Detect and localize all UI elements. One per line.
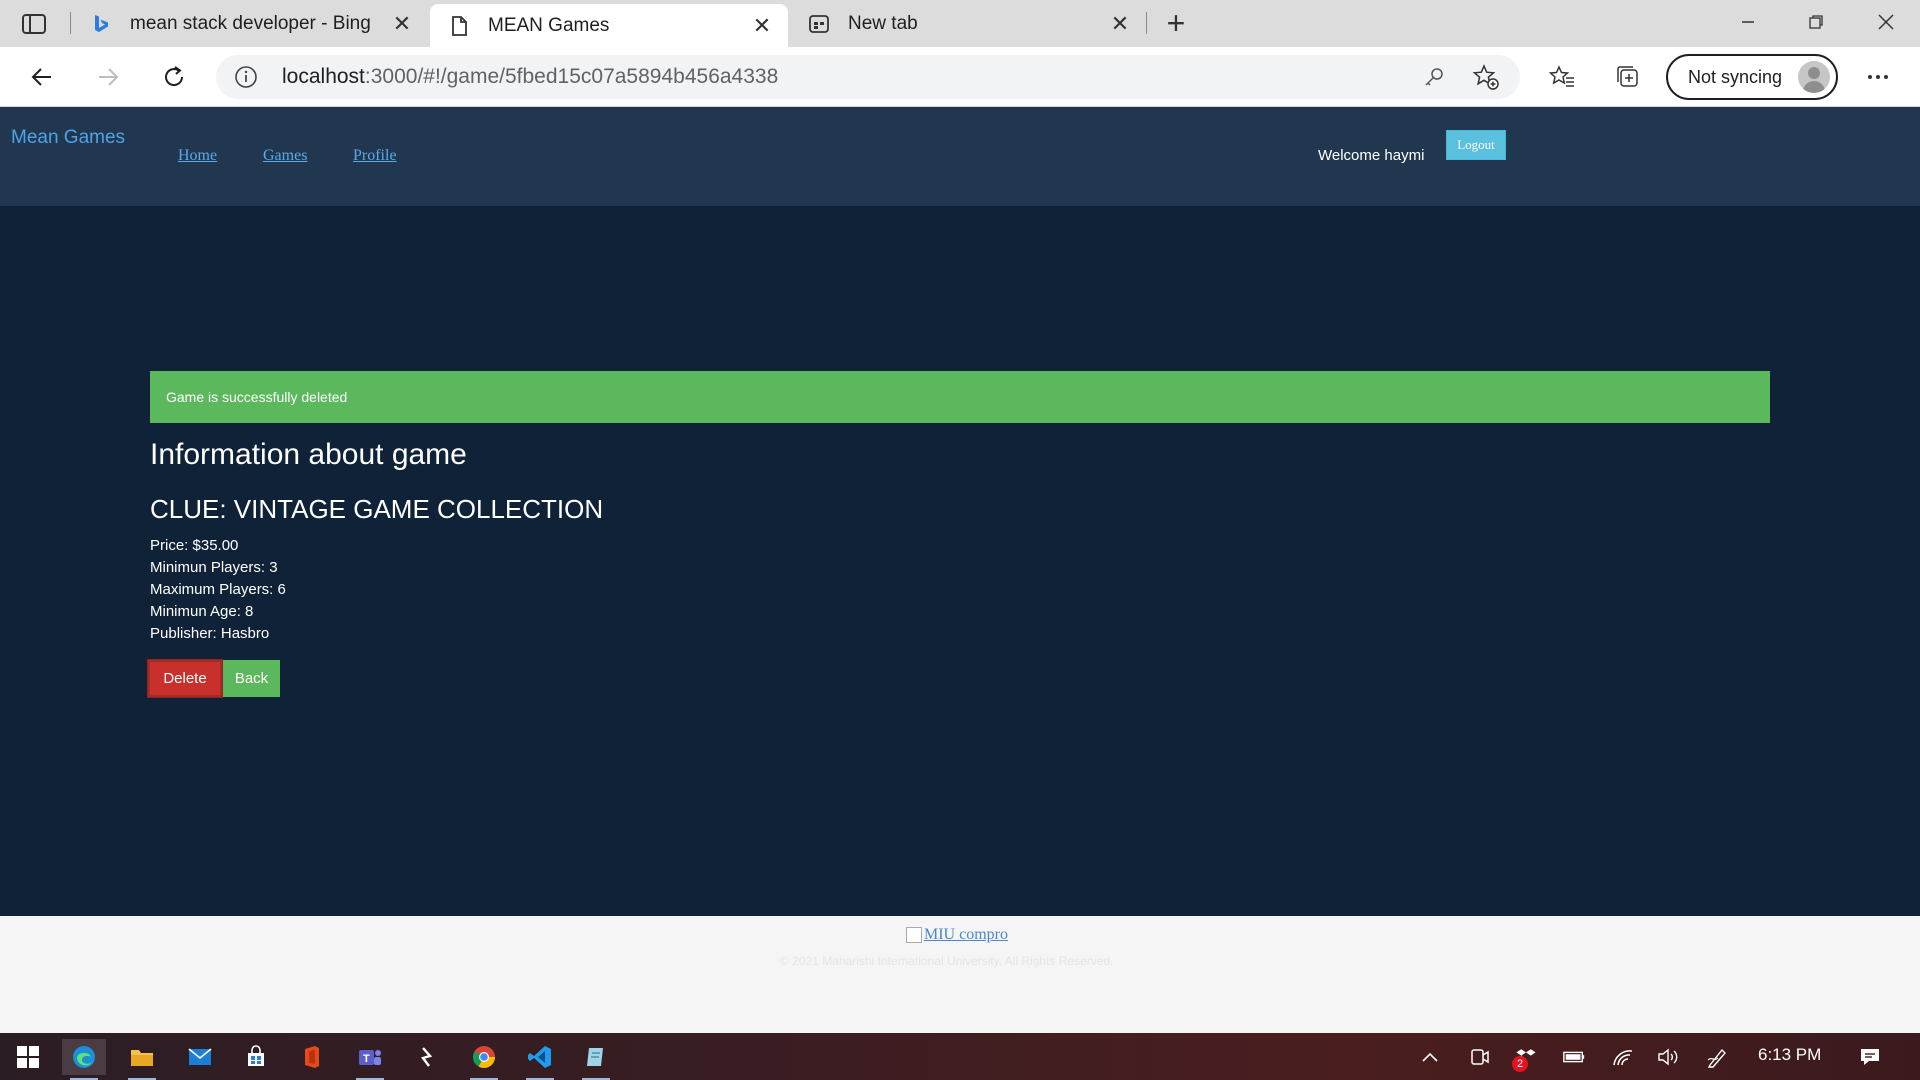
nav-link-games[interactable]: Games xyxy=(263,147,307,165)
terminal-icon[interactable] xyxy=(404,1039,448,1075)
sync-label: Not syncing xyxy=(1688,66,1783,87)
nav-link-home[interactable]: Home xyxy=(178,147,217,165)
url-host: localhost xyxy=(282,65,365,88)
game-title: CLUE: VINTAGE GAME COLLECTION xyxy=(150,494,604,524)
page-title: Information about game xyxy=(150,438,467,471)
browser-tab-strip: mean stack developer - Bing ✕ MEAN Games… xyxy=(0,0,1920,47)
tab-bing[interactable]: mean stack developer - Bing ✕ xyxy=(72,0,428,47)
add-favorite-icon[interactable] xyxy=(1472,63,1500,91)
site-navbar: Mean Games Home Games Profile Welcome ha… xyxy=(0,107,1920,206)
refresh-icon[interactable] xyxy=(156,59,192,95)
store-icon[interactable] xyxy=(234,1039,278,1075)
broken-image-icon xyxy=(906,927,922,943)
volume-icon[interactable] xyxy=(1656,1045,1680,1069)
footer-logo-link[interactable]: MIU compro xyxy=(906,926,1008,944)
tab-title: mean stack developer - Bing xyxy=(130,12,371,34)
main-content: Game is successfully deleted Information… xyxy=(0,206,1920,916)
game-min-players: Minimun Players: 3 xyxy=(150,559,278,576)
site-info-icon[interactable] xyxy=(234,65,258,89)
office-icon[interactable] xyxy=(290,1039,334,1075)
profile-sync-button[interactable]: Not syncing xyxy=(1666,54,1838,100)
bing-icon xyxy=(90,13,112,35)
game-publisher: Publisher: Hasbro xyxy=(150,625,270,642)
game-max-players: Maximum Players: 6 xyxy=(150,581,286,598)
nav-link-profile[interactable]: Profile xyxy=(353,147,397,165)
chrome-icon[interactable] xyxy=(462,1039,506,1080)
action-center-icon[interactable] xyxy=(1858,1045,1882,1069)
new-tab-button[interactable]: + xyxy=(1160,7,1192,40)
tab-actions-icon[interactable] xyxy=(20,11,48,37)
delete-button[interactable]: Delete xyxy=(148,660,222,697)
file-explorer-icon[interactable] xyxy=(120,1039,164,1080)
close-tab-icon[interactable]: ✕ xyxy=(1108,11,1132,36)
edge-browser-icon[interactable] xyxy=(62,1039,106,1080)
close-window-icon[interactable] xyxy=(1856,4,1916,40)
logout-button[interactable]: Logout xyxy=(1446,130,1506,160)
collections-icon[interactable] xyxy=(1610,59,1646,95)
address-bar[interactable]: localhost:3000/#!/game/5fbed15c07a5894b4… xyxy=(216,55,1520,99)
tab-title: MEAN Games xyxy=(488,14,610,36)
brand-link[interactable]: Mean Games xyxy=(11,127,125,149)
tab-separator xyxy=(70,12,71,34)
url-text[interactable]: localhost:3000/#!/game/5fbed15c07a5894b4… xyxy=(282,65,778,89)
welcome-text: Welcome haymi xyxy=(1318,147,1425,164)
copyright-text: © 2021 Maharishi International Universit… xyxy=(780,954,1114,968)
url-path: :3000/#!/game/5fbed15c07a5894b456a4338 xyxy=(364,65,779,88)
favorites-icon[interactable] xyxy=(1544,59,1580,95)
battery-icon[interactable] xyxy=(1562,1045,1586,1069)
meet-now-icon[interactable] xyxy=(1468,1045,1492,1069)
avatar-icon xyxy=(1798,61,1830,93)
teams-icon[interactable]: T xyxy=(348,1039,392,1080)
tab-separator xyxy=(1146,12,1147,34)
forward-arrow-icon[interactable] xyxy=(90,59,126,95)
notification-badge: 2 xyxy=(1512,1056,1528,1072)
minimize-icon[interactable] xyxy=(1718,4,1778,40)
page-icon xyxy=(448,15,470,37)
pen-ink-icon[interactable] xyxy=(1706,1045,1730,1069)
taskbar-clock[interactable]: 6:13 PM xyxy=(1758,1045,1821,1065)
back-arrow-icon[interactable] xyxy=(24,59,60,95)
game-price: Price: $35.00 xyxy=(150,537,239,554)
back-button[interactable]: Back xyxy=(223,660,280,697)
close-tab-icon[interactable]: ✕ xyxy=(750,13,774,38)
more-menu-icon[interactable] xyxy=(1860,59,1896,95)
start-windows-icon[interactable] xyxy=(6,1039,50,1075)
mail-icon[interactable] xyxy=(178,1039,222,1075)
browser-toolbar: localhost:3000/#!/game/5fbed15c07a5894b4… xyxy=(0,47,1920,107)
footer-logo-alt: MIU compro xyxy=(924,926,1008,943)
game-min-age: Minimun Age: 8 xyxy=(150,603,254,620)
site-footer: MIU compro © 2021 Maharishi Internationa… xyxy=(0,916,1920,1033)
tab-title: New tab xyxy=(848,12,918,34)
success-alert: Game is successfully deleted xyxy=(150,371,1770,423)
tab-mean-games[interactable]: MEAN Games ✕ xyxy=(430,4,788,47)
tab-new-tab[interactable]: New tab ✕ xyxy=(790,0,1146,47)
notepad-icon[interactable] xyxy=(574,1039,618,1080)
vscode-icon[interactable] xyxy=(518,1039,562,1080)
wifi-icon[interactable] xyxy=(1612,1045,1636,1069)
windows-taskbar: T 2 6:13 PM xyxy=(0,1033,1920,1080)
newtab-icon xyxy=(808,13,830,35)
chevron-up-icon[interactable] xyxy=(1418,1045,1442,1069)
svg-text:T: T xyxy=(363,1053,370,1065)
close-tab-icon[interactable]: ✕ xyxy=(390,11,414,36)
password-key-icon[interactable] xyxy=(1422,65,1446,89)
restore-icon[interactable] xyxy=(1786,4,1846,40)
